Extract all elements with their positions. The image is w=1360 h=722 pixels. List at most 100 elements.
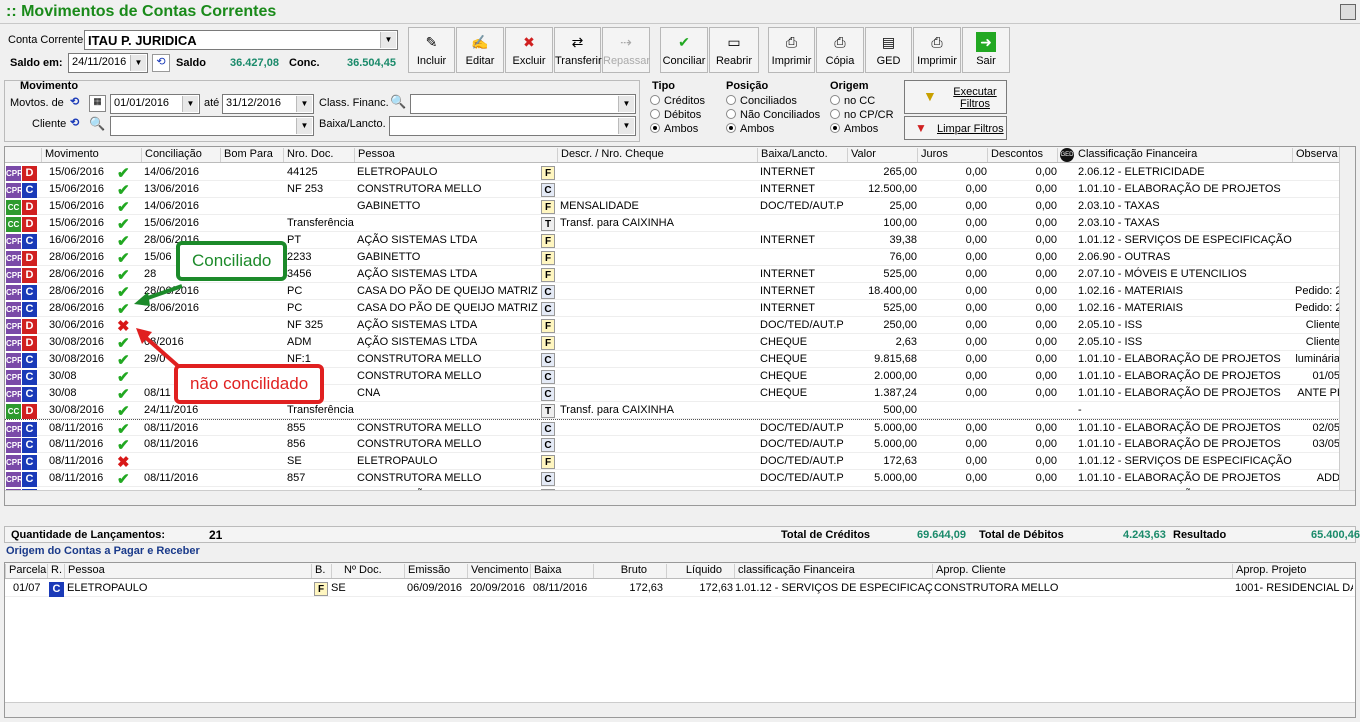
type-badge: C: [22, 302, 37, 317]
table-row[interactable]: CC D 15/06/2016 ✔ 15/06/2016 Transferência T Tr…: [5, 215, 1340, 233]
cliente-select[interactable]: ▼: [110, 116, 314, 136]
executar-filtros-button[interactable]: ▼ Executar Filtros: [904, 80, 1007, 114]
sair-button[interactable]: ➜ Sair: [962, 27, 1010, 73]
table-row[interactable]: CC D 15/06/2016 ✔ 14/06/2016 GABINETTO F MENSAL…: [5, 198, 1340, 216]
refresh-icon[interactable]: ⟲: [152, 54, 170, 72]
nro-doc: 44125: [287, 166, 318, 178]
table-row[interactable]: CPR C 08/11/2016 ✔ 08/11/2016 855 CONSTRUTORA …: [5, 419, 1340, 438]
copia-button[interactable]: ⎙ Cópia: [816, 27, 864, 73]
conciliacao-date: 14/06/2016: [144, 200, 200, 212]
radio-posicao-ambos[interactable]: Ambos: [726, 123, 774, 135]
movimento-date: 08/11/2016: [49, 472, 104, 484]
conciliar-button[interactable]: ✔ Conciliar: [660, 27, 708, 73]
col-observa[interactable]: Observa: [1292, 148, 1342, 162]
origem-row[interactable]: 01/07 C ELETROPAULO F SE 06/09/2016 20/0…: [5, 580, 1355, 597]
col-descontos[interactable]: Descontos: [987, 148, 1057, 162]
origin-badge: CC: [6, 200, 21, 215]
imprimir-2-button[interactable]: ⎙ Imprimir: [913, 27, 961, 73]
col-parcela[interactable]: Parcela: [5, 564, 49, 578]
repassar-button[interactable]: ⇢ Repassar: [602, 27, 650, 73]
col-valor[interactable]: Valor: [847, 148, 917, 162]
col-juros[interactable]: Juros: [917, 148, 987, 162]
chevron-down-icon: ▼: [380, 32, 396, 48]
table-row[interactable]: CPR C 08/11/2016 ✔ 08/11/2016 856 CONSTRUTORA …: [5, 436, 1340, 454]
col-conciliacao[interactable]: Conciliação: [141, 148, 223, 162]
baixa: DOC/TED/AUT.P: [760, 472, 844, 484]
class-financ: 1.01.10 - ELABORAÇÃO DE PROJETOS: [1078, 472, 1281, 484]
search-icon[interactable]: 🔍: [89, 116, 107, 134]
col-r[interactable]: R.: [47, 564, 65, 578]
table-row[interactable]: CPR C 15/06/2016 ✔ 13/06/2016 NF 253 CONSTRUTO…: [5, 181, 1340, 199]
refresh-icon[interactable]: ⟲: [70, 116, 87, 133]
imprimir-button[interactable]: ⎙ Imprimir: [768, 27, 815, 73]
pessoa: CNA: [357, 387, 381, 399]
origin-badge: CPR: [6, 302, 23, 317]
check-icon: ✔: [117, 216, 130, 233]
radio-creditos[interactable]: Créditos: [650, 95, 705, 107]
col-vencimento[interactable]: Vencimento: [467, 564, 531, 578]
col-class-financ[interactable]: Classificação Financeira: [1057, 148, 1292, 162]
nro-doc: Transferência: [287, 217, 354, 229]
table-row[interactable]: CPR D 15/06/2016 ✔ 14/06/2016 44125 ELETROPAUL…: [5, 164, 1340, 182]
radio-nao-conciliados[interactable]: Não Conciliados: [726, 109, 820, 121]
col-pessoa2[interactable]: Pessoa: [64, 564, 312, 578]
table-row[interactable]: CPR C 08/11/2016 ✔ 08/11/2016 857 CONSTRUTORA …: [5, 470, 1340, 488]
horizontal-scrollbar-2[interactable]: [5, 702, 1355, 717]
limpar-filtros-button[interactable]: ▼ Limpar Filtros: [904, 116, 1007, 140]
col-baixa2[interactable]: Baixa: [530, 564, 594, 578]
calendar-icon[interactable]: ▦: [89, 95, 106, 112]
col-descr[interactable]: Descr. / Nro. Cheque: [557, 148, 757, 162]
descontos: 0,00: [1035, 268, 1057, 280]
date-from-select[interactable]: 01/01/2016 ▼: [110, 94, 200, 114]
col-baixa[interactable]: Baixa/Lancto.: [757, 148, 847, 162]
type-flag: T: [541, 217, 555, 231]
vertical-scrollbar[interactable]: [1339, 147, 1355, 492]
transferir-button[interactable]: ⇄ Transferir: [554, 27, 602, 73]
type-badge: D: [22, 336, 37, 351]
window-menu-icon[interactable]: [1340, 4, 1356, 20]
table-row[interactable]: CPR C 08/11/2016 ✖ SE ELETROPAULO F DOC/TED/AUT…: [5, 453, 1340, 471]
radio-origem-ambos[interactable]: Ambos: [830, 123, 878, 135]
reabrir-button[interactable]: ▭ Reabrir: [709, 27, 759, 73]
date-to-select[interactable]: 31/12/2016 ▼: [222, 94, 314, 114]
valor: 100,00: [883, 217, 917, 229]
radio-no-cc[interactable]: no CC: [830, 95, 875, 107]
nro-doc: PC: [287, 285, 303, 297]
check-icon: ✔: [117, 386, 130, 403]
radio-no-cpcr[interactable]: no CP/CR: [830, 109, 894, 121]
col-bom-para[interactable]: Bom Para: [220, 148, 284, 162]
col-nro-doc[interactable]: Nro. Doc.: [283, 148, 353, 162]
excluir-button[interactable]: ✖ Excluir: [505, 27, 553, 73]
movimento-date: 28/06/2016: [49, 268, 105, 280]
col-liquido[interactable]: Líquido: [666, 564, 736, 578]
col-bruto[interactable]: Bruto: [593, 564, 667, 578]
cross-icon: ✖: [117, 454, 130, 471]
ged-button[interactable]: ▤ GED: [865, 27, 912, 73]
valor: 250,00: [883, 319, 917, 331]
saldo-date-select[interactable]: 24/11/2016 ▼: [68, 53, 148, 73]
editar-button[interactable]: ✍ Editar: [456, 27, 504, 73]
radio-conciliados[interactable]: Conciliados: [726, 95, 797, 107]
refresh-icon[interactable]: ⟲: [70, 95, 87, 112]
origin-badge: CPR: [6, 319, 23, 334]
col-b[interactable]: B.: [311, 564, 331, 578]
exit-arrow-icon: ➜: [976, 32, 996, 52]
col-nro-doc2[interactable]: Nº Doc.: [331, 564, 405, 578]
col-class2[interactable]: classificação Financeira: [734, 564, 934, 578]
col-emissao[interactable]: Emissão: [404, 564, 468, 578]
col-movimento[interactable]: Movimento: [41, 148, 117, 162]
radio-tipo-ambos[interactable]: Ambos: [650, 123, 698, 135]
search-icon[interactable]: 🔍: [390, 94, 408, 112]
conta-select[interactable]: ITAU P. JURIDICA ▼: [84, 30, 398, 50]
class-financ: -: [1078, 404, 1082, 416]
col-aprop-projeto[interactable]: Aprop. Projeto: [1232, 564, 1355, 578]
baixa-select[interactable]: ▼: [389, 116, 636, 136]
incluir-button[interactable]: ✎ Incluir: [408, 27, 455, 73]
col-pessoa[interactable]: Pessoa: [354, 148, 539, 162]
class-financ-select[interactable]: ▼: [410, 94, 636, 114]
check-icon: ✔: [117, 233, 130, 250]
horizontal-scrollbar[interactable]: [5, 490, 1355, 505]
cred-value: 69.644,09: [917, 529, 966, 541]
col-aprop-cliente[interactable]: Aprop. Cliente: [932, 564, 1232, 578]
radio-debitos[interactable]: Débitos: [650, 109, 701, 121]
